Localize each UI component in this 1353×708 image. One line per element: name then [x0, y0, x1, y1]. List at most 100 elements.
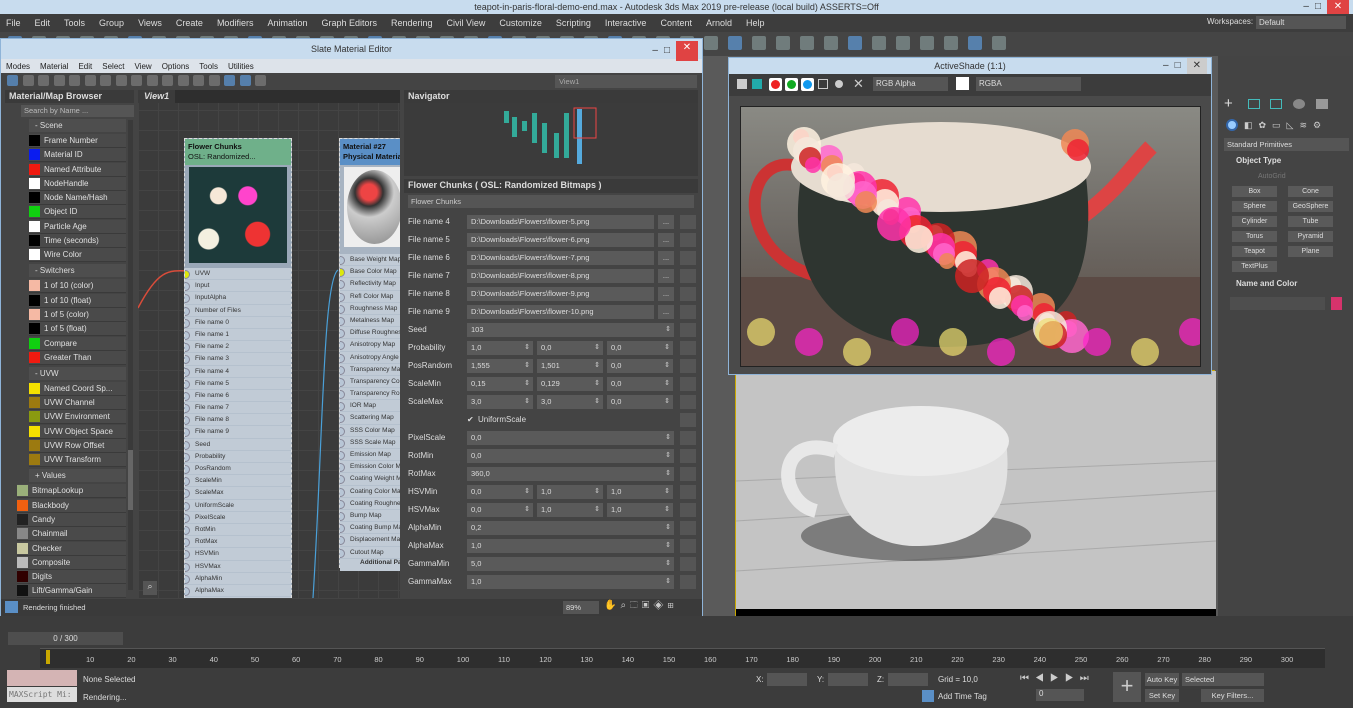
browse-button[interactable]: ...: [658, 269, 674, 283]
y-coordinate-field[interactable]: [828, 673, 868, 686]
param-value-field[interactable]: 0,0 ⇕: [607, 377, 673, 391]
save-image-icon[interactable]: [737, 79, 747, 89]
node-socket[interactable]: ScaleMin: [185, 475, 291, 488]
node-socket[interactable]: Diffuse Roughness: [340, 327, 400, 340]
map-slot-button[interactable]: [680, 449, 696, 463]
map-slot-button[interactable]: [680, 377, 696, 391]
browser-item[interactable]: 1 of 10 (color): [29, 279, 126, 294]
create-box-button[interactable]: Box: [1232, 186, 1277, 197]
node-socket[interactable]: UVW: [185, 268, 291, 281]
maxscript-mini[interactable]: MAXScript Mi:: [7, 687, 77, 702]
modify-tab-icon[interactable]: [1248, 99, 1260, 109]
toolbar-tool-icon[interactable]: [824, 36, 838, 50]
slate-tool-icon[interactable]: [208, 75, 220, 86]
map-slot-button[interactable]: [680, 503, 696, 517]
param-value-field[interactable]: 1,0 ⇕: [607, 503, 673, 517]
monochrome-toggle[interactable]: [835, 80, 843, 88]
slate-tool-icon[interactable]: [177, 75, 189, 86]
map-slot-button[interactable]: [680, 251, 696, 265]
primitive-type-dropdown[interactable]: Standard Primitives: [1224, 138, 1349, 151]
slate-tool-icon[interactable]: [255, 75, 266, 86]
menu-help[interactable]: Help: [746, 18, 765, 28]
slate-tool-icon[interactable]: [146, 75, 158, 86]
map-slot-button[interactable]: [680, 305, 696, 319]
create-cone-button[interactable]: Cone: [1288, 186, 1333, 197]
menu-rendering[interactable]: Rendering: [391, 18, 433, 28]
clone-window-icon[interactable]: [752, 79, 762, 89]
additional-params-socket[interactable]: Additional Params: [340, 558, 400, 571]
current-frame-field[interactable]: 0: [1036, 689, 1084, 701]
map-slot-button[interactable]: [680, 557, 696, 571]
key-selection-dropdown[interactable]: Selected: [1182, 673, 1264, 686]
key-filters-button[interactable]: Key Filters...: [1201, 689, 1264, 702]
browser-item[interactable]: UVW Object Space: [29, 424, 126, 439]
param-value-field[interactable]: 5,0 ⇕: [467, 557, 674, 571]
spinner-icon[interactable]: ⇕: [594, 503, 600, 517]
toolbar-tool-icon[interactable]: [920, 36, 934, 50]
param-value-field[interactable]: 0,15 ⇕: [467, 377, 533, 391]
toolbar-tool-icon[interactable]: [944, 36, 958, 50]
slate-menu-view[interactable]: View: [135, 62, 152, 71]
map-slot-button[interactable]: [680, 413, 696, 427]
browser-item[interactable]: Lift/Gamma/Gain: [17, 584, 126, 598]
spinner-icon[interactable]: ⇕: [524, 485, 530, 499]
binoculars-icon[interactable]: ⌕: [143, 581, 157, 595]
create-tab-icon[interactable]: +: [1224, 95, 1233, 112]
menu-modifiers[interactable]: Modifiers: [217, 18, 254, 28]
activeshade-maximize[interactable]: □: [1175, 58, 1181, 74]
param-value-field[interactable]: 1,0 ⇕: [537, 503, 603, 517]
toolbar-tool-icon[interactable]: [728, 36, 742, 50]
menu-file[interactable]: File: [6, 18, 21, 28]
param-value-field[interactable]: 0,0 ⇕: [607, 359, 673, 373]
browser-item[interactable]: 1 of 10 (float): [29, 293, 126, 308]
node-socket[interactable]: File name 1: [185, 328, 291, 342]
create-tube-button[interactable]: Tube: [1288, 216, 1333, 227]
node-socket[interactable]: ScaleMax: [185, 487, 291, 500]
spinner-icon[interactable]: ⇕: [664, 395, 670, 409]
menu-scripting[interactable]: Scripting: [556, 18, 591, 28]
x-coordinate-field[interactable]: [767, 673, 807, 686]
menu-content[interactable]: Content: [660, 18, 692, 28]
browser-item[interactable]: Greater Than: [29, 350, 126, 365]
spinner-icon[interactable]: ⇕: [664, 485, 670, 499]
browser-item[interactable]: 1 of 5 (float): [29, 322, 126, 337]
node-socket[interactable]: File name 2: [185, 341, 291, 354]
slate-tool-icon[interactable]: [115, 75, 127, 86]
node-socket[interactable]: PixelScale: [185, 511, 291, 524]
node-socket[interactable]: RotMax: [185, 536, 291, 549]
slate-tool-icon[interactable]: [84, 75, 96, 86]
background-color-swatch[interactable]: [956, 77, 969, 90]
spinner-icon[interactable]: ⇕: [665, 521, 671, 535]
node-socket[interactable]: AlphaMax: [185, 584, 291, 598]
menu-arnold[interactable]: Arnold: [706, 18, 732, 28]
param-value-field[interactable]: 3,0 ⇕: [467, 395, 533, 409]
node-socket[interactable]: Displacement Map: [340, 534, 400, 547]
green-channel-toggle[interactable]: [785, 78, 798, 91]
param-value-field[interactable]: 0,0 ⇕: [537, 341, 603, 355]
spinner-icon[interactable]: ⇕: [665, 557, 671, 571]
node-socket[interactable]: Coating Weight Map: [340, 473, 400, 486]
slate-tool-icon[interactable]: [193, 75, 204, 86]
param-value-field[interactable]: 0,0 ⇕: [467, 503, 533, 517]
node-socket[interactable]: Base Weight Map: [340, 254, 400, 267]
perspective-viewport[interactable]: [735, 370, 1217, 629]
node-socket[interactable]: HSVMin: [185, 548, 291, 561]
node-socket[interactable]: File name 8: [185, 414, 291, 427]
browser-category[interactable]: - UVW: [29, 366, 126, 380]
node-socket[interactable]: Coating Bump Map: [340, 522, 400, 535]
menu-create[interactable]: Create: [176, 18, 203, 28]
node-socket[interactable]: Reflectivity Map: [340, 278, 400, 291]
node-socket[interactable]: InputAlpha: [185, 292, 291, 305]
uniform-scale-checkbox[interactable]: ✔: [467, 415, 474, 424]
node-socket[interactable]: Input: [185, 280, 291, 293]
param-value-field[interactable]: D:\Downloads\Flowers\flower-8.png: [467, 269, 654, 283]
slate-menu-edit[interactable]: Edit: [78, 62, 92, 71]
param-value-field[interactable]: 1,0 ⇕: [467, 539, 674, 553]
node-material-27[interactable]: Material #27 Physical Material Base Weigh…: [339, 138, 400, 571]
browser-scrollbar[interactable]: [128, 120, 133, 590]
toolbar-tool-icon[interactable]: [992, 36, 1006, 50]
spinner-icon[interactable]: ⇕: [665, 323, 671, 337]
param-value-field[interactable]: 1,0 ⇕: [607, 485, 673, 499]
node-socket[interactable]: Seed: [185, 438, 291, 451]
browser-item[interactable]: Wire Color: [29, 248, 126, 263]
